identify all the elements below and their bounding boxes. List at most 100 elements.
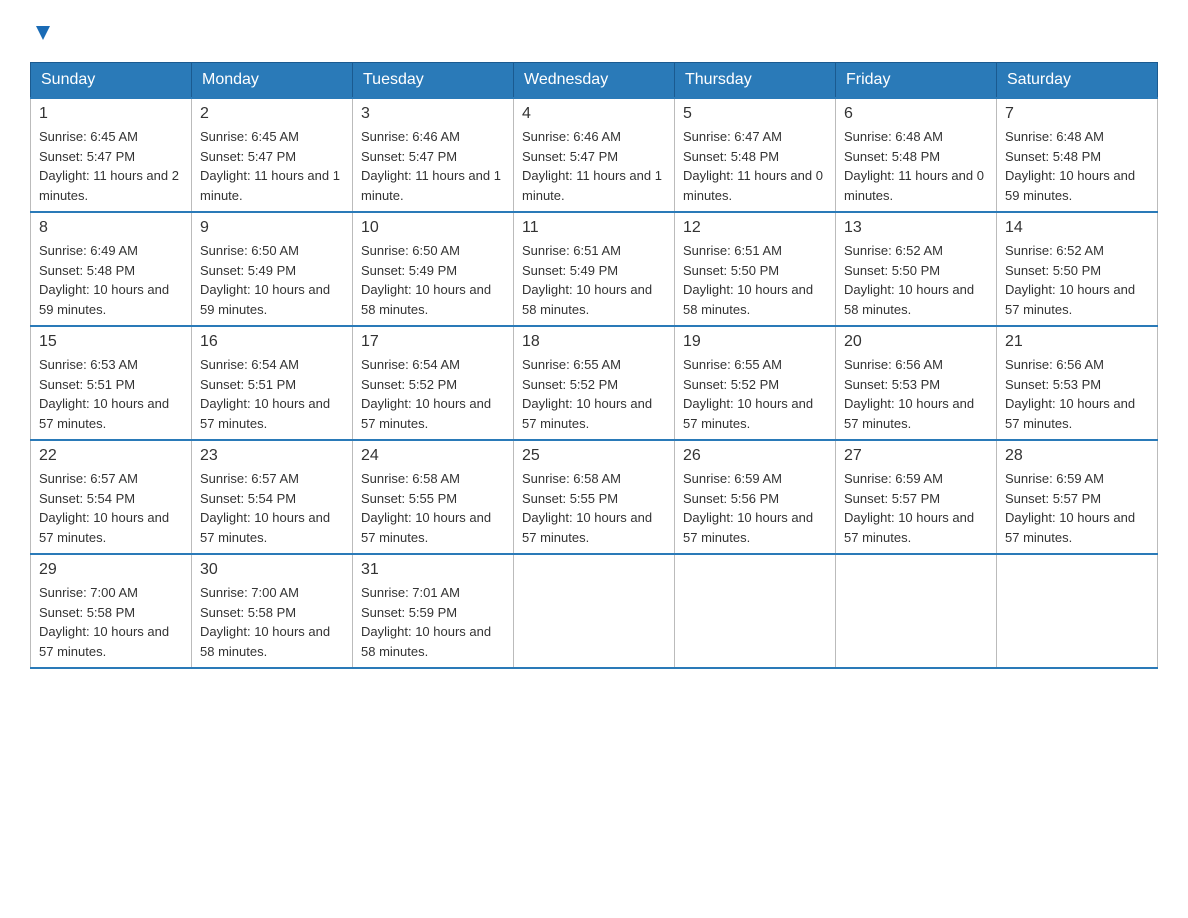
sunset-label: Sunset: 5:55 PM: [522, 491, 618, 506]
calendar-cell: 17 Sunrise: 6:54 AM Sunset: 5:52 PM Dayl…: [353, 326, 514, 440]
daylight-label: Daylight: 10 hours and 58 minutes.: [522, 282, 652, 317]
day-info: Sunrise: 6:46 AM Sunset: 5:47 PM Dayligh…: [361, 127, 505, 205]
sunset-label: Sunset: 5:57 PM: [1005, 491, 1101, 506]
sunset-label: Sunset: 5:49 PM: [361, 263, 457, 278]
calendar-cell: 25 Sunrise: 6:58 AM Sunset: 5:55 PM Dayl…: [514, 440, 675, 554]
calendar-cell: 10 Sunrise: 6:50 AM Sunset: 5:49 PM Dayl…: [353, 212, 514, 326]
day-number: 21: [1005, 333, 1149, 351]
day-number: 1: [39, 105, 183, 123]
sunset-label: Sunset: 5:53 PM: [844, 377, 940, 392]
sunset-label: Sunset: 5:54 PM: [39, 491, 135, 506]
sunrise-label: Sunrise: 6:58 AM: [522, 471, 621, 486]
day-number: 25: [522, 447, 666, 465]
day-info: Sunrise: 6:59 AM Sunset: 5:57 PM Dayligh…: [1005, 469, 1149, 547]
sunset-label: Sunset: 5:52 PM: [522, 377, 618, 392]
calendar-cell: 31 Sunrise: 7:01 AM Sunset: 5:59 PM Dayl…: [353, 554, 514, 668]
day-number: 23: [200, 447, 344, 465]
sunrise-label: Sunrise: 6:53 AM: [39, 357, 138, 372]
sunrise-label: Sunrise: 6:57 AM: [200, 471, 299, 486]
daylight-label: Daylight: 10 hours and 58 minutes.: [844, 282, 974, 317]
day-info: Sunrise: 6:52 AM Sunset: 5:50 PM Dayligh…: [844, 241, 988, 319]
daylight-label: Daylight: 10 hours and 57 minutes.: [844, 510, 974, 545]
day-info: Sunrise: 6:57 AM Sunset: 5:54 PM Dayligh…: [200, 469, 344, 547]
day-number: 9: [200, 219, 344, 237]
day-info: Sunrise: 6:52 AM Sunset: 5:50 PM Dayligh…: [1005, 241, 1149, 319]
sunset-label: Sunset: 5:51 PM: [39, 377, 135, 392]
calendar-cell: 4 Sunrise: 6:46 AM Sunset: 5:47 PM Dayli…: [514, 98, 675, 212]
day-number: 26: [683, 447, 827, 465]
calendar-cell: [514, 554, 675, 668]
sunset-label: Sunset: 5:58 PM: [39, 605, 135, 620]
calendar-header-row: SundayMondayTuesdayWednesdayThursdayFrid…: [31, 63, 1158, 99]
daylight-label: Daylight: 10 hours and 57 minutes.: [39, 624, 169, 659]
day-number: 2: [200, 105, 344, 123]
sunrise-label: Sunrise: 6:46 AM: [522, 129, 621, 144]
day-number: 28: [1005, 447, 1149, 465]
day-info: Sunrise: 6:51 AM Sunset: 5:49 PM Dayligh…: [522, 241, 666, 319]
header-sunday: Sunday: [31, 63, 192, 99]
day-info: Sunrise: 6:57 AM Sunset: 5:54 PM Dayligh…: [39, 469, 183, 547]
calendar-cell: 28 Sunrise: 6:59 AM Sunset: 5:57 PM Dayl…: [997, 440, 1158, 554]
day-number: 29: [39, 561, 183, 579]
sunset-label: Sunset: 5:53 PM: [1005, 377, 1101, 392]
daylight-label: Daylight: 10 hours and 57 minutes.: [844, 396, 974, 431]
sunset-label: Sunset: 5:51 PM: [200, 377, 296, 392]
day-number: 3: [361, 105, 505, 123]
day-info: Sunrise: 6:56 AM Sunset: 5:53 PM Dayligh…: [1005, 355, 1149, 433]
day-info: Sunrise: 6:53 AM Sunset: 5:51 PM Dayligh…: [39, 355, 183, 433]
sunset-label: Sunset: 5:48 PM: [683, 149, 779, 164]
sunset-label: Sunset: 5:47 PM: [39, 149, 135, 164]
day-info: Sunrise: 6:56 AM Sunset: 5:53 PM Dayligh…: [844, 355, 988, 433]
calendar-cell: [997, 554, 1158, 668]
header-thursday: Thursday: [675, 63, 836, 99]
sunrise-label: Sunrise: 6:54 AM: [200, 357, 299, 372]
daylight-label: Daylight: 10 hours and 57 minutes.: [1005, 282, 1135, 317]
calendar-cell: 7 Sunrise: 6:48 AM Sunset: 5:48 PM Dayli…: [997, 98, 1158, 212]
day-number: 11: [522, 219, 666, 237]
sunrise-label: Sunrise: 6:59 AM: [1005, 471, 1104, 486]
sunset-label: Sunset: 5:54 PM: [200, 491, 296, 506]
day-info: Sunrise: 6:58 AM Sunset: 5:55 PM Dayligh…: [361, 469, 505, 547]
sunrise-label: Sunrise: 6:59 AM: [844, 471, 943, 486]
calendar-cell: 8 Sunrise: 6:49 AM Sunset: 5:48 PM Dayli…: [31, 212, 192, 326]
daylight-label: Daylight: 10 hours and 57 minutes.: [1005, 396, 1135, 431]
sunset-label: Sunset: 5:48 PM: [39, 263, 135, 278]
logo: [30, 20, 54, 44]
sunrise-label: Sunrise: 6:49 AM: [39, 243, 138, 258]
calendar-week-4: 22 Sunrise: 6:57 AM Sunset: 5:54 PM Dayl…: [31, 440, 1158, 554]
sunset-label: Sunset: 5:47 PM: [200, 149, 296, 164]
sunrise-label: Sunrise: 7:01 AM: [361, 585, 460, 600]
day-number: 7: [1005, 105, 1149, 123]
calendar-week-5: 29 Sunrise: 7:00 AM Sunset: 5:58 PM Dayl…: [31, 554, 1158, 668]
day-info: Sunrise: 6:48 AM Sunset: 5:48 PM Dayligh…: [844, 127, 988, 205]
sunrise-label: Sunrise: 6:56 AM: [844, 357, 943, 372]
sunset-label: Sunset: 5:50 PM: [844, 263, 940, 278]
day-info: Sunrise: 6:54 AM Sunset: 5:52 PM Dayligh…: [361, 355, 505, 433]
calendar-cell: 1 Sunrise: 6:45 AM Sunset: 5:47 PM Dayli…: [31, 98, 192, 212]
day-number: 20: [844, 333, 988, 351]
day-info: Sunrise: 6:45 AM Sunset: 5:47 PM Dayligh…: [39, 127, 183, 205]
day-number: 18: [522, 333, 666, 351]
sunrise-label: Sunrise: 6:52 AM: [844, 243, 943, 258]
sunset-label: Sunset: 5:52 PM: [683, 377, 779, 392]
daylight-label: Daylight: 10 hours and 57 minutes.: [361, 396, 491, 431]
daylight-label: Daylight: 11 hours and 1 minute.: [361, 168, 501, 203]
day-number: 17: [361, 333, 505, 351]
daylight-label: Daylight: 10 hours and 57 minutes.: [39, 510, 169, 545]
header-saturday: Saturday: [997, 63, 1158, 99]
day-info: Sunrise: 6:59 AM Sunset: 5:56 PM Dayligh…: [683, 469, 827, 547]
day-number: 16: [200, 333, 344, 351]
calendar-cell: 12 Sunrise: 6:51 AM Sunset: 5:50 PM Dayl…: [675, 212, 836, 326]
daylight-label: Daylight: 10 hours and 57 minutes.: [522, 510, 652, 545]
day-info: Sunrise: 7:00 AM Sunset: 5:58 PM Dayligh…: [200, 583, 344, 661]
daylight-label: Daylight: 10 hours and 58 minutes.: [361, 282, 491, 317]
sunrise-label: Sunrise: 7:00 AM: [39, 585, 138, 600]
calendar-week-1: 1 Sunrise: 6:45 AM Sunset: 5:47 PM Dayli…: [31, 98, 1158, 212]
daylight-label: Daylight: 10 hours and 58 minutes.: [200, 624, 330, 659]
day-number: 8: [39, 219, 183, 237]
daylight-label: Daylight: 10 hours and 59 minutes.: [200, 282, 330, 317]
logo-triangle-icon: [32, 22, 54, 44]
calendar-cell: 9 Sunrise: 6:50 AM Sunset: 5:49 PM Dayli…: [192, 212, 353, 326]
sunset-label: Sunset: 5:58 PM: [200, 605, 296, 620]
day-info: Sunrise: 6:51 AM Sunset: 5:50 PM Dayligh…: [683, 241, 827, 319]
